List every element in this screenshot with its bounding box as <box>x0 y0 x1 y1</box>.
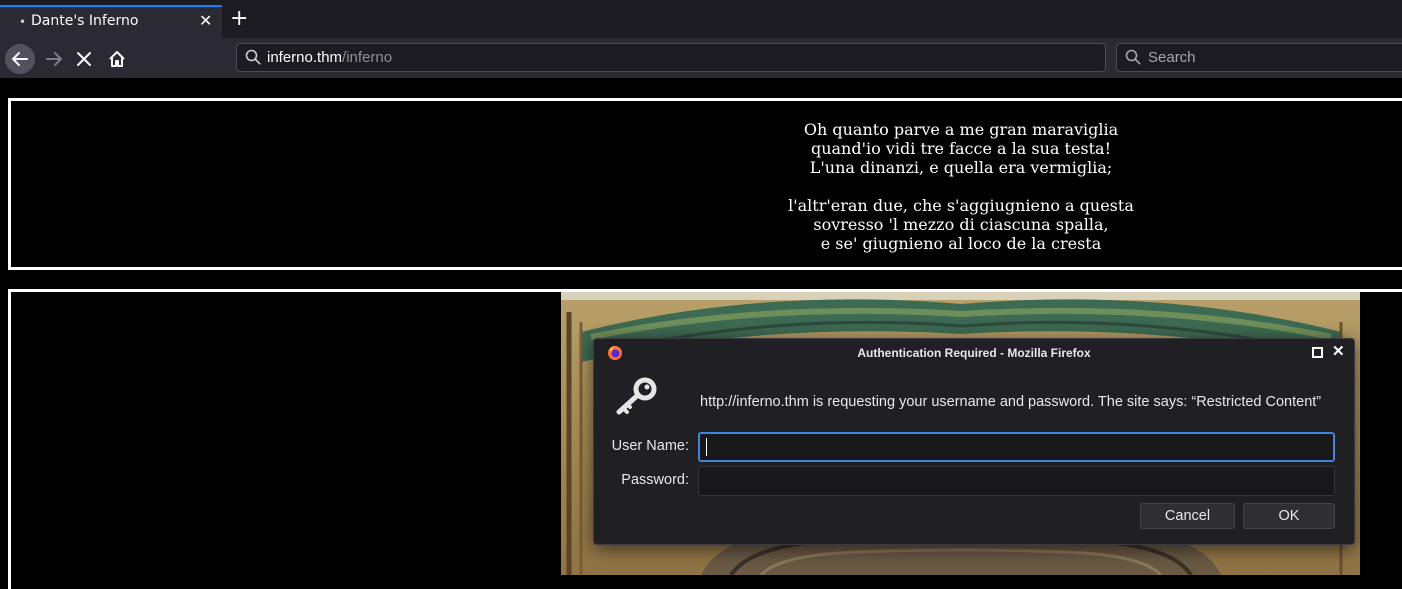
forward-button[interactable] <box>39 44 69 74</box>
poem-line: l'altr'eran due, che s'aggiugnieno a que… <box>788 196 1134 215</box>
new-tab-button[interactable]: + <box>230 6 248 32</box>
username-label: User Name: <box>611 438 689 454</box>
poem-line: e se' giugnieno al loco de la cresta <box>820 234 1102 253</box>
poem-line: Oh quanto parve a me gran maraviglia <box>803 120 1119 139</box>
tab-title: Dante's Inferno <box>31 13 139 29</box>
authentication-dialog: Authentication Required - Mozilla Firefo… <box>593 338 1355 545</box>
dialog-close-button[interactable]: ✕ <box>1332 342 1345 360</box>
home-icon <box>109 51 125 67</box>
search-icon <box>245 49 261 65</box>
tab-loading-indicator: • <box>19 15 27 29</box>
back-button[interactable] <box>5 44 35 74</box>
poem-line: sovresso 'l mezzo di ciascuna spalla, <box>813 215 1109 234</box>
username-field[interactable] <box>698 432 1335 462</box>
home-button[interactable] <box>102 44 132 74</box>
arrow-left-icon <box>12 52 28 66</box>
search-placeholder: Search <box>1148 49 1196 66</box>
arrow-right-icon <box>46 52 62 66</box>
text-cursor <box>706 438 707 456</box>
password-label: Password: <box>621 472 689 488</box>
tab-strip: • Dante's Inferno ✕ + <box>0 0 1402 38</box>
key-icon <box>616 377 657 415</box>
stanza-break <box>681 177 1241 196</box>
stop-loading-button[interactable] <box>69 44 99 74</box>
auth-message: http://inferno.thm is requesting your us… <box>700 394 1322 410</box>
navigation-toolbar: inferno.thm/inferno Search <box>0 38 1402 78</box>
password-field[interactable] <box>698 466 1335 496</box>
tab-close-icon[interactable]: ✕ <box>199 11 212 30</box>
poem-frame: Oh quanto parve a me gran maraviglia qua… <box>8 98 1402 270</box>
url-text: inferno.thm/inferno <box>267 49 392 66</box>
url-bar[interactable]: inferno.thm/inferno <box>236 43 1106 72</box>
poem: Oh quanto parve a me gran maraviglia qua… <box>681 120 1241 253</box>
close-icon <box>77 52 91 66</box>
search-bar[interactable]: Search <box>1116 43 1402 72</box>
tab-dantes-inferno[interactable]: • Dante's Inferno ✕ <box>0 5 222 38</box>
search-icon <box>1125 49 1141 65</box>
dialog-title: Authentication Required - Mozilla Firefo… <box>857 346 1091 360</box>
url-host: inferno.thm <box>267 49 343 66</box>
cancel-button[interactable]: Cancel <box>1140 503 1235 529</box>
poem-line: L'una dinanzi, e quella era vermiglia; <box>809 158 1113 177</box>
maximize-button[interactable] <box>1312 347 1323 358</box>
url-path: /inferno <box>342 49 393 66</box>
poem-line: quand'io vidi tre facce a la sua testa! <box>810 139 1112 158</box>
ok-button[interactable]: OK <box>1243 503 1335 529</box>
